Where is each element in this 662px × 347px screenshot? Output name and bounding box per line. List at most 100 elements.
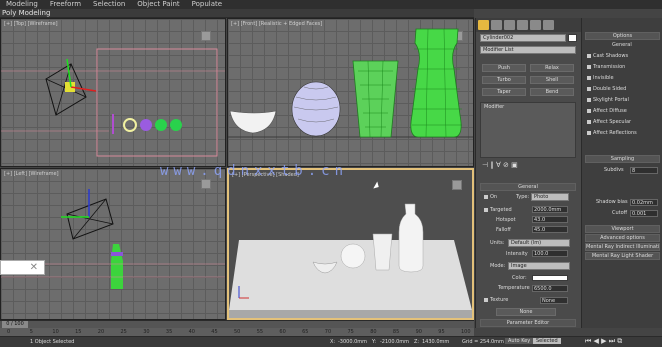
options-panel: Options General Cast Shadows Transmissio… xyxy=(581,18,662,328)
modifier-button-push[interactable]: Push xyxy=(482,64,526,72)
coord-z-label: Z: xyxy=(414,339,420,345)
units-dropdown[interactable]: Default (lm) xyxy=(508,239,570,247)
ribbon-title[interactable]: Poly Modeling xyxy=(0,9,474,18)
display-tab-icon[interactable] xyxy=(530,20,541,30)
general-rollout[interactable]: General xyxy=(480,183,576,191)
falloff-spinner[interactable]: 45.0 xyxy=(532,226,568,233)
modifier-button-relax[interactable]: Relax xyxy=(530,64,574,72)
double-sided-checkbox[interactable] xyxy=(587,86,591,91)
popup-box[interactable]: ✕ xyxy=(0,260,45,275)
track-bar[interactable]: 0 5 10 15 20 25 30 35 40 45 50 55 60 65 70 75 80 85 90 95 10… xyxy=(0,328,474,336)
affect-specular-checkbox[interactable] xyxy=(587,119,591,124)
utilities-tab-icon[interactable] xyxy=(543,20,554,30)
stack-controls[interactable]: ⊣ ‖ ∀ ⊘ ▣ xyxy=(482,161,518,169)
track-tick-label: 95 xyxy=(438,329,445,335)
affect-diffuse-label: Affect Diffuse xyxy=(593,108,627,114)
modify-tab-icon[interactable] xyxy=(491,20,502,30)
shadow-bias-spinner[interactable]: 0.02mm xyxy=(630,199,658,206)
intensity-spinner[interactable]: 100.0 xyxy=(532,250,568,257)
time-slider[interactable]: 0 / 100 xyxy=(0,320,474,328)
invisible-label: Invisible xyxy=(593,75,614,81)
object-color-swatch[interactable] xyxy=(568,34,577,42)
transmission-checkbox[interactable] xyxy=(587,64,591,69)
track-tick-label: 15 xyxy=(75,329,82,335)
viewport-rollout[interactable]: Viewport xyxy=(585,225,660,233)
mode-dropdown[interactable]: Image xyxy=(508,262,570,270)
skylight-portal-checkbox[interactable] xyxy=(587,97,591,102)
track-tick-label: 20 xyxy=(97,329,105,335)
invisible-checkbox[interactable] xyxy=(587,75,591,80)
coord-x-value[interactable]: -3000.0mm xyxy=(338,339,367,345)
track-tick-label: 90 xyxy=(415,329,422,335)
coord-y-value[interactable]: -2100.0mm xyxy=(380,339,409,345)
modifier-button-taper[interactable]: Taper xyxy=(482,88,526,96)
targeted-checkbox-box[interactable] xyxy=(484,207,488,212)
close-icon[interactable]: ✕ xyxy=(30,262,38,274)
mental-ray-indirect-rollout[interactable]: Mental Ray Indirect Illumination xyxy=(585,243,660,251)
sampling-rollout[interactable]: Sampling xyxy=(585,155,660,163)
parameter-editor-rollout[interactable]: Parameter Editor xyxy=(480,319,576,327)
option-cast-shadows[interactable]: Cast Shadows xyxy=(587,52,628,60)
affect-reflections-checkbox[interactable] xyxy=(587,130,591,135)
viewport-top[interactable]: [+] [Top] [Wireframe] xyxy=(0,18,226,167)
create-tab-icon[interactable] xyxy=(478,20,489,30)
targ-dist-spinner[interactable]: 2000.0mm xyxy=(532,206,568,213)
modifier-button-bend[interactable]: Bend xyxy=(530,88,574,96)
modifier-list-dropdown[interactable]: Modifier List xyxy=(480,46,576,54)
texture-spinner[interactable]: None xyxy=(540,297,568,304)
modifier-button-turbo[interactable]: Turbo xyxy=(482,76,526,84)
perspective-scene xyxy=(229,203,472,318)
track-tick-label: 5 xyxy=(29,329,33,335)
type-dropdown[interactable]: Photo xyxy=(531,193,569,201)
menu-item-freeform[interactable]: Freeform xyxy=(44,0,87,9)
motion-tab-icon[interactable] xyxy=(517,20,528,30)
temperature-spinner[interactable]: 6500.0 xyxy=(532,285,568,292)
on-checkbox-box[interactable] xyxy=(484,194,488,199)
option-affect-reflections[interactable]: Affect Reflections xyxy=(587,129,637,137)
hierarchy-tab-icon[interactable] xyxy=(504,20,515,30)
track-tick-label: 40 xyxy=(188,329,195,335)
hotspot-spinner[interactable]: 43.0 xyxy=(532,216,568,223)
option-invisible[interactable]: Invisible xyxy=(587,74,614,82)
mental-ray-shader-rollout[interactable]: Mental Ray Light Shader xyxy=(585,252,660,260)
option-affect-diffuse[interactable]: Affect Diffuse xyxy=(587,107,627,115)
option-skylight-portal[interactable]: Skylight Portal xyxy=(587,96,629,104)
type-label: Type: xyxy=(516,194,530,200)
targeted-label: Targeted xyxy=(490,207,512,213)
time-slider-thumb[interactable]: 0 / 100 xyxy=(2,321,28,328)
viewport-front[interactable]: [+] [Front] [Realistic + Edged Faces] xyxy=(227,18,474,167)
option-transmission[interactable]: Transmission xyxy=(587,63,625,71)
modifier-button-shell[interactable]: Shell xyxy=(530,76,574,84)
transmission-label: Transmission xyxy=(593,64,626,70)
on-checkbox[interactable]: On xyxy=(484,193,497,201)
option-double-sided[interactable]: Double Sided xyxy=(587,85,626,93)
menu-item-selection[interactable]: Selection xyxy=(87,0,131,9)
cutoff-spinner[interactable]: 0.001 xyxy=(630,210,658,217)
viewport-perspective[interactable]: [+] [Perspective] [Shaded] xyxy=(227,168,474,320)
units-label: Units: xyxy=(490,240,505,246)
advanced-options-rollout[interactable]: Advanced options xyxy=(585,234,660,242)
object-name-field[interactable]: Cylinder002 xyxy=(480,34,566,42)
auto-key-button[interactable]: Auto Key xyxy=(505,338,534,344)
menu-item-populate[interactable]: Populate xyxy=(186,0,228,9)
affect-diffuse-checkbox[interactable] xyxy=(587,108,591,113)
menu-item-object-paint[interactable]: Object Paint xyxy=(131,0,185,9)
viewport-left[interactable]: [+] [Left] [Wireframe] xyxy=(0,168,226,320)
options-rollout[interactable]: Options xyxy=(585,32,660,40)
texture-checkbox-box[interactable] xyxy=(484,297,488,302)
watermark-text: www.qdnxxtb.cn xyxy=(160,163,349,179)
texture-none-button[interactable]: None xyxy=(496,308,556,316)
double-sided-label: Double Sided xyxy=(593,86,627,92)
modifier-stack[interactable]: Modifier xyxy=(480,102,576,158)
selected-dropdown[interactable]: Selected xyxy=(533,338,561,344)
menu-item-modeling[interactable]: Modeling xyxy=(0,0,44,9)
coord-z-value[interactable]: 1430.0mm xyxy=(422,339,449,345)
texture-checkbox[interactable]: Texture xyxy=(484,296,508,304)
targeted-checkbox[interactable]: Targeted xyxy=(484,206,512,214)
playback-controls[interactable]: ⏮ ◀ ▶ ⏭ ⧉ xyxy=(585,337,622,346)
subdivs-spinner[interactable]: 8 xyxy=(630,167,658,174)
option-affect-specular[interactable]: Affect Specular xyxy=(587,118,631,126)
track-tick-label: 50 xyxy=(234,329,241,335)
color-swatch[interactable] xyxy=(532,275,568,281)
cast-shadows-checkbox[interactable] xyxy=(587,53,591,58)
